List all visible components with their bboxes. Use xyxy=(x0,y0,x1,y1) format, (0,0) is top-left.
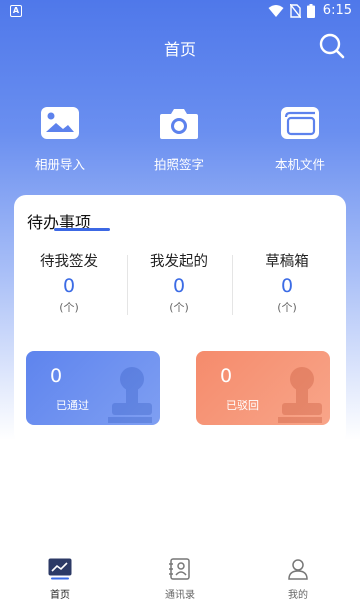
nav-contacts[interactable]: 通讯录 xyxy=(140,558,220,600)
contacts-icon xyxy=(169,558,190,580)
nav-profile-label: 我的 xyxy=(288,590,308,600)
pending-sign-label: 待我签发 xyxy=(40,254,98,270)
stamp-icon xyxy=(278,367,322,423)
camera-icon xyxy=(160,109,198,139)
search-icon[interactable] xyxy=(318,32,346,60)
nav-contacts-label: 通讯录 xyxy=(165,590,195,600)
quick-actions: 相册导入 拍照签字 本机文件 xyxy=(0,106,360,173)
status-bar: A 6:15 xyxy=(0,0,360,24)
nav-profile[interactable]: 我的 xyxy=(258,558,338,600)
rejected-tile[interactable]: 0 已驳回 xyxy=(196,351,330,425)
stats-divider xyxy=(232,255,233,315)
local-files-label: 本机文件 xyxy=(274,157,325,172)
stamp-icon xyxy=(108,367,152,423)
passed-count: 0 xyxy=(50,365,63,387)
page-title: 首页 xyxy=(163,40,196,59)
local-files-button[interactable]: 本机文件 xyxy=(255,106,345,173)
user-icon xyxy=(288,559,308,580)
photo-sign-button[interactable]: 拍照签字 xyxy=(134,106,224,173)
battery-icon xyxy=(306,3,315,18)
todo-title-underline xyxy=(54,228,110,231)
drafts-label: 草稿箱 xyxy=(265,254,309,270)
rejected-count: 0 xyxy=(220,365,233,387)
folder-icon xyxy=(281,107,319,139)
drafts-stat[interactable]: 草稿箱 0 (个) xyxy=(232,250,342,315)
pending-sign-stat[interactable]: 待我签发 0 (个) xyxy=(14,250,124,315)
wifi-icon xyxy=(268,4,284,17)
todo-stats: 待我签发 0 (个) 我发起的 0 (个) 草稿箱 0 (个) xyxy=(14,250,346,318)
drafts-count: 0 xyxy=(280,275,294,297)
bottom-nav: 首页 通讯录 我的 xyxy=(0,552,360,600)
no-sim-icon xyxy=(289,3,301,18)
album-import-label: 相册导入 xyxy=(34,157,85,172)
app-notification-icon: A xyxy=(10,5,22,17)
title-bar: 首页 xyxy=(0,30,360,62)
photo-sign-label: 拍照签字 xyxy=(153,157,204,172)
pending-sign-unit: (个) xyxy=(59,301,79,314)
status-time: 6:15 xyxy=(322,3,352,18)
drafts-unit: (个) xyxy=(277,301,297,314)
initiated-label: 我发起的 xyxy=(150,254,208,270)
passed-tile[interactable]: 0 已通过 xyxy=(26,351,160,425)
nav-home[interactable]: 首页 xyxy=(20,558,100,600)
image-icon xyxy=(41,107,79,139)
nav-home-label: 首页 xyxy=(50,590,70,600)
passed-label: 已通过 xyxy=(56,399,89,412)
rejected-label: 已驳回 xyxy=(226,399,259,412)
pending-sign-count: 0 xyxy=(62,275,76,297)
stats-divider xyxy=(127,255,128,315)
album-import-button[interactable]: 相册导入 xyxy=(15,106,105,173)
todo-card: 待办事项 待我签发 0 (个) 我发起的 0 (个) 草稿箱 0 (个) 0 已… xyxy=(14,195,346,445)
initiated-count: 0 xyxy=(172,275,186,297)
initiated-stat[interactable]: 我发起的 0 (个) xyxy=(124,250,234,315)
initiated-unit: (个) xyxy=(169,301,189,314)
chart-icon xyxy=(48,558,72,580)
